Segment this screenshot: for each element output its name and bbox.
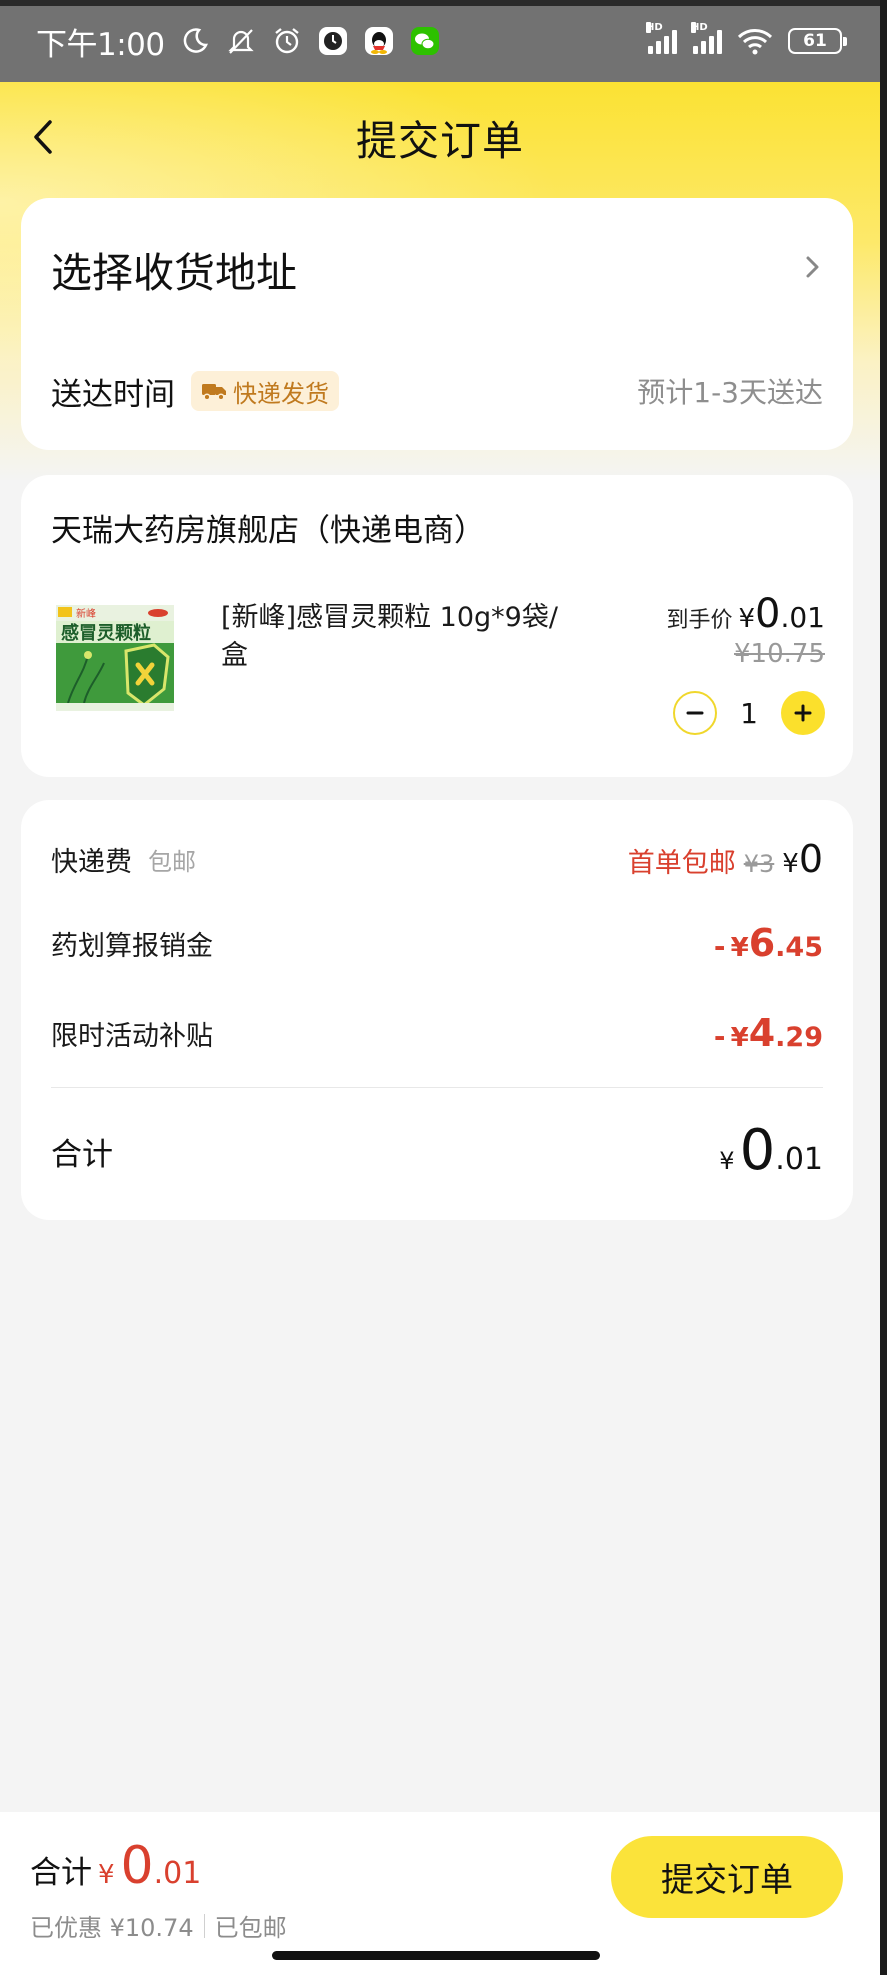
quantity-value[interactable]: 1 bbox=[717, 697, 781, 730]
subsidy-row: 限时活动补贴 - ¥4.29 bbox=[51, 1006, 823, 1060]
shipping-original-price: ¥3 bbox=[743, 850, 775, 878]
signal-hd-label: HD bbox=[646, 22, 663, 33]
chevron-right-icon bbox=[803, 252, 823, 286]
delivery-time-row: 送达时间 快递发货 预计1-3天送达 bbox=[51, 366, 823, 416]
select-address-row[interactable]: 选择收货地址 bbox=[51, 234, 823, 304]
subsidy-label: 限时活动补贴 bbox=[51, 1020, 213, 1052]
signal-icon: HD bbox=[646, 22, 677, 54]
reimburse-minus: - bbox=[713, 930, 726, 963]
subsidy-int: 4 bbox=[748, 1011, 776, 1055]
final-price-label: 到手价 bbox=[666, 608, 733, 633]
reimburse-label: 药划算报销金 bbox=[51, 930, 213, 962]
delivery-time-label: 送达时间 bbox=[51, 376, 175, 413]
device-frame-right bbox=[880, 0, 887, 1975]
summary-divider bbox=[51, 1087, 823, 1088]
submit-order-button[interactable]: 提交订单 bbox=[611, 1836, 843, 1918]
status-time: 下午1:00 bbox=[36, 26, 165, 63]
bottom-meta: 已优惠 ¥10.74 已包邮 bbox=[30, 1908, 287, 1943]
signal-hd-label: HD bbox=[691, 22, 708, 33]
final-price: 到手价 ¥0.01 bbox=[666, 591, 825, 637]
decrease-quantity-button[interactable] bbox=[673, 691, 717, 735]
nav-bar: 提交订单 bbox=[0, 82, 880, 192]
product-title[interactable]: [新峰]感冒灵颗粒 10g*9袋/盒 bbox=[221, 599, 581, 675]
shipping-fee-sub: 包邮 bbox=[148, 847, 196, 876]
signal-icon: HD bbox=[691, 22, 722, 54]
quantity-stepper: 1 bbox=[673, 691, 825, 735]
product-card: 天瑞大药房旗舰店（快递电商） 新峰 感冒灵颗粒 [新峰]感冒灵颗粒 10g*9袋… bbox=[21, 475, 853, 777]
total-dec: .01 bbox=[775, 1142, 823, 1177]
alarm-icon bbox=[271, 25, 303, 57]
express-tag-label: 快递发货 bbox=[233, 379, 329, 408]
chevron-left-icon bbox=[34, 120, 52, 154]
qq-icon bbox=[363, 25, 395, 57]
shipping-fee-value: 首单包邮 ¥3 ¥0 bbox=[628, 837, 823, 881]
discount-text: 已优惠 ¥10.74 bbox=[30, 1914, 194, 1942]
total-yen: ¥ bbox=[719, 1147, 735, 1175]
product-image[interactable]: 新峰 感冒灵颗粒 bbox=[51, 600, 179, 716]
bottom-total: 合计 ¥ 0.01 bbox=[30, 1840, 201, 1892]
free-shipping-text: 已包邮 bbox=[214, 1914, 287, 1942]
delivery-eta: 预计1-3天送达 bbox=[637, 376, 823, 409]
truck-icon bbox=[202, 384, 226, 401]
bell-off-icon bbox=[225, 25, 257, 57]
home-indicator[interactable] bbox=[272, 1951, 600, 1960]
summary-card: 快递费 包邮 首单包邮 ¥3 ¥0 药划算报销金 - ¥6.45 限时活动补贴 … bbox=[21, 800, 853, 1220]
shipping-yen: ¥ bbox=[782, 849, 799, 879]
total-label: 合计 bbox=[51, 1136, 113, 1173]
plus-icon bbox=[794, 704, 812, 722]
device-frame-top bbox=[0, 0, 887, 6]
minus-icon bbox=[686, 711, 704, 715]
subsidy-value: - ¥4.29 bbox=[714, 1011, 823, 1055]
status-bar: 下午1:00 HD HD 61 bbox=[0, 0, 880, 82]
wechat-icon bbox=[409, 25, 441, 57]
battery-icon: 61 bbox=[788, 28, 847, 54]
reimburse-yen: ¥ bbox=[730, 933, 749, 963]
subsidy-minus: - bbox=[713, 1020, 726, 1053]
total-value: ¥ 0.01 bbox=[719, 1123, 823, 1179]
wifi-icon bbox=[736, 25, 774, 57]
final-price-int: 0 bbox=[755, 591, 781, 637]
reimburse-dec: .45 bbox=[775, 932, 823, 963]
reimburse-value: - ¥6.45 bbox=[714, 921, 823, 965]
increase-quantity-button[interactable] bbox=[781, 691, 825, 735]
back-button[interactable] bbox=[28, 112, 68, 162]
shipping-fee-label: 快递费 bbox=[51, 846, 132, 878]
price-block: 到手价 ¥0.01 ¥10.75 bbox=[666, 591, 825, 669]
address-card: 选择收货地址 送达时间 快递发货 预计1-3天送达 bbox=[21, 198, 853, 450]
shop-name[interactable]: 天瑞大药房旗舰店（快递电商） bbox=[51, 505, 485, 550]
status-left-icons bbox=[179, 25, 441, 57]
total-int: 0 bbox=[739, 1118, 776, 1183]
status-right-icons: HD HD 61 bbox=[646, 22, 847, 57]
reimburse-int: 6 bbox=[748, 921, 776, 965]
subsidy-yen: ¥ bbox=[730, 1023, 749, 1053]
meta-separator bbox=[203, 1913, 205, 1938]
original-price: ¥10.75 bbox=[734, 639, 825, 669]
app-clock-icon bbox=[317, 25, 349, 57]
bottom-total-dec: .01 bbox=[153, 1856, 202, 1891]
subsidy-dec: .29 bbox=[775, 1022, 823, 1053]
final-price-yen: ¥ bbox=[738, 604, 756, 634]
shipping-fee-row: 快递费 包邮 首单包邮 ¥3 ¥0 bbox=[51, 834, 823, 884]
moon-icon bbox=[179, 25, 211, 57]
bottom-total-int: 0 bbox=[120, 1836, 154, 1896]
express-tag: 快递发货 bbox=[191, 371, 339, 411]
product-image-name: 感冒灵颗粒 bbox=[61, 622, 151, 643]
first-order-free-shipping: 首单包邮 bbox=[627, 848, 736, 879]
page-title: 提交订单 bbox=[356, 117, 524, 165]
bottom-total-label: 合计 bbox=[30, 1855, 92, 1891]
product-image-brand: 新峰 bbox=[76, 607, 96, 620]
bottom-total-yen: ¥ bbox=[98, 1860, 115, 1890]
final-price-dec: .01 bbox=[780, 601, 825, 634]
reimburse-row: 药划算报销金 - ¥6.45 bbox=[51, 918, 823, 968]
total-row: 合计 ¥ 0.01 bbox=[51, 1118, 823, 1184]
shipping-final: 0 bbox=[798, 837, 823, 881]
select-address-label: 选择收货地址 bbox=[51, 249, 297, 297]
